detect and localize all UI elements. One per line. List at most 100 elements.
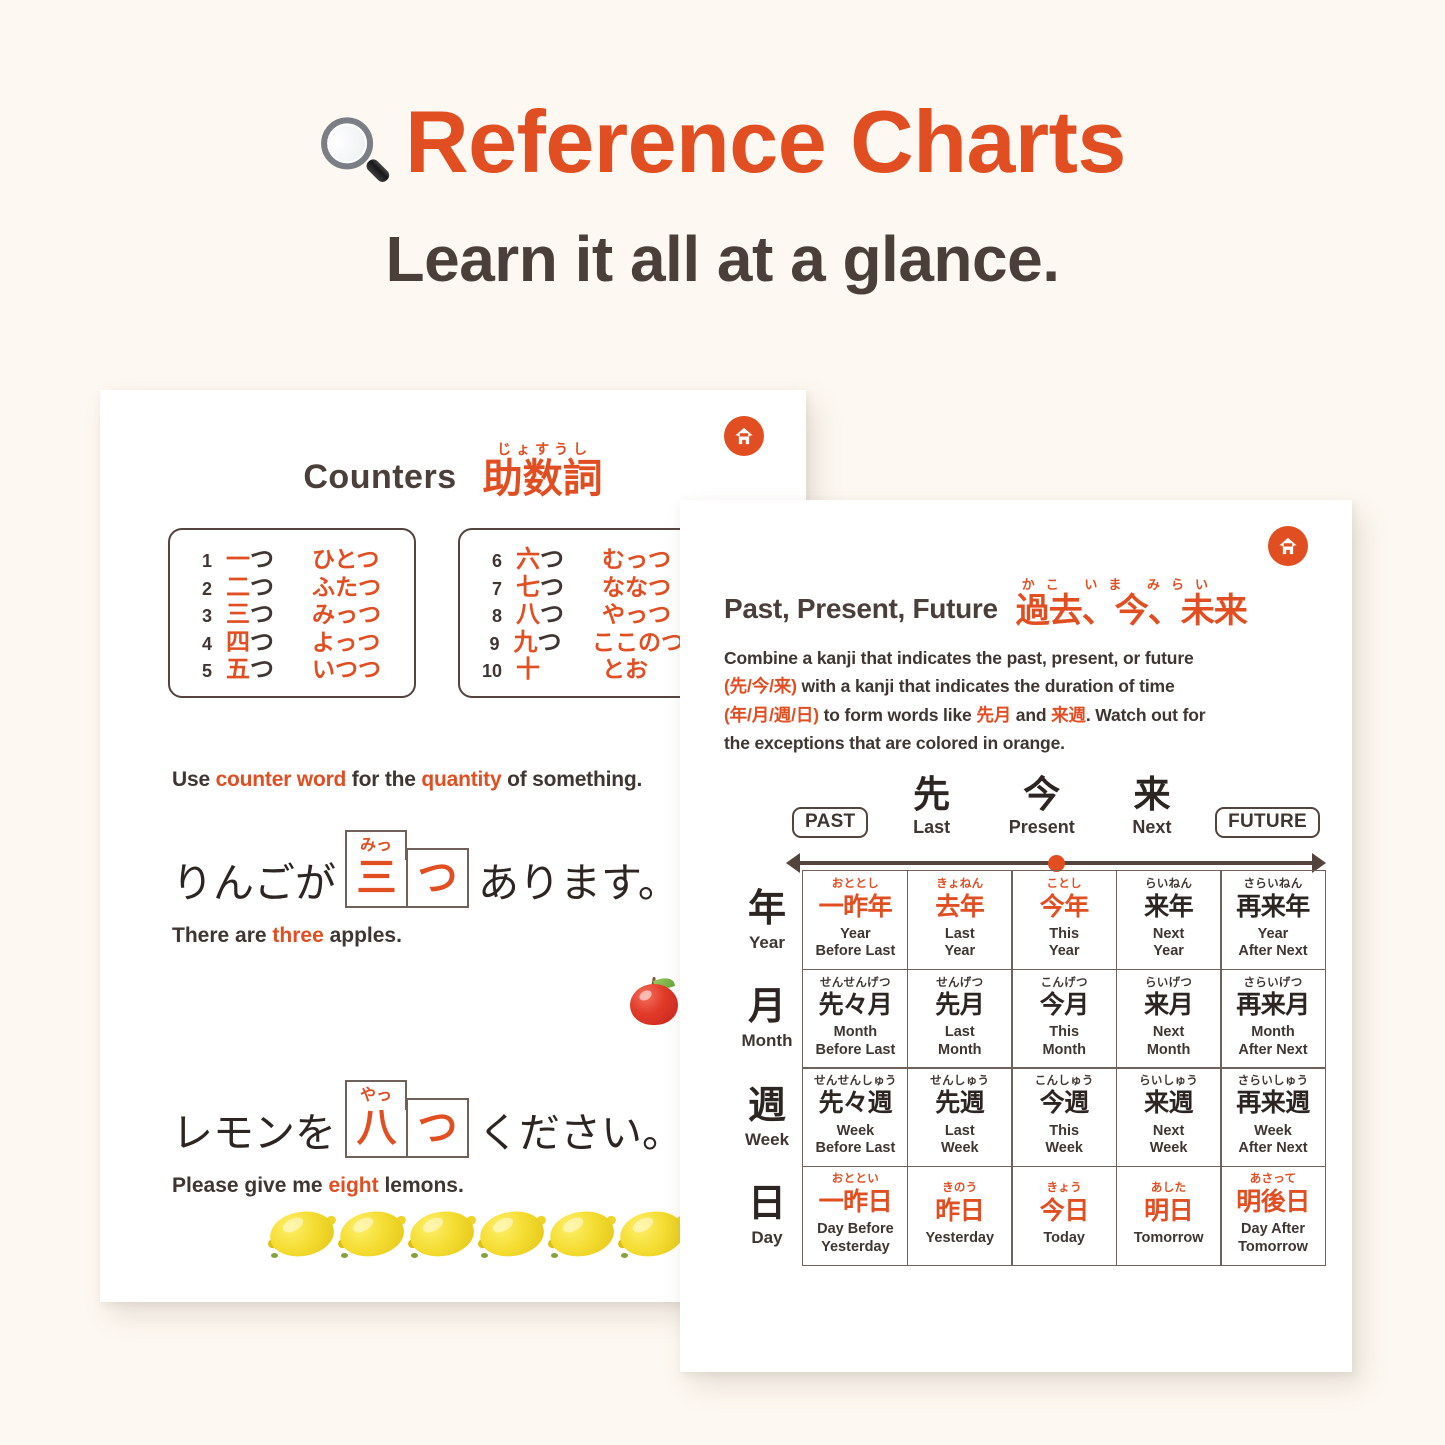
- grid-row-label: 週 Week: [738, 1069, 804, 1167]
- cell-furigana: せんしゅう: [930, 1074, 990, 1087]
- time-chart-card[interactable]: Past, Present, Future かこ いま みらい 過去、今、未来 …: [680, 500, 1352, 1372]
- cell-furigana: ことし: [1046, 878, 1082, 891]
- cell-kanji: 先週: [935, 1089, 985, 1118]
- time-word-cell: おととし 一昨年 Year Before Last: [802, 870, 909, 971]
- title-row: Reference Charts: [0, 95, 1445, 188]
- counter-kanji: 一つ: [226, 546, 274, 573]
- counter-row: 6 六つ むっつ: [474, 546, 684, 574]
- cell-furigana: さらいしゅう: [1237, 1074, 1309, 1087]
- cell-furigana: せんせんしゅう: [814, 1074, 897, 1087]
- counter-reading: ひとつ: [312, 546, 380, 572]
- counter-row: 4 四つ よっつ: [184, 629, 394, 657]
- timeline-labels: PAST 先 Last 今 Present 来 Next FUTURE: [786, 776, 1326, 838]
- time-word-cell: ことし 今年 This Year: [1011, 870, 1118, 971]
- cell-english: Yesterday: [925, 1229, 995, 1246]
- counter-row: 10 十 とお: [474, 656, 684, 684]
- cell-kanji: 一昨年: [818, 892, 893, 921]
- counter-index: 10: [481, 661, 502, 682]
- time-word-cell: らいしゅう 来週 Next Week: [1115, 1067, 1222, 1168]
- counter-reading: やっつ: [602, 601, 671, 628]
- counters-title-furigana: じょすうし: [497, 441, 593, 457]
- cell-furigana: きょう: [1046, 1182, 1082, 1195]
- lemon-icon: [476, 1207, 548, 1261]
- lemon-icon: [406, 1207, 478, 1261]
- apples-word-box: 三 つ みっ: [345, 830, 469, 908]
- counter-kanji: 二つ: [226, 573, 274, 601]
- counters-title-jp: 助数詞: [482, 457, 603, 501]
- counters-table-1-5: 1 一つ ひとつ 2 二つ ふたつ 3 三つ みっつ 4 四つ よっつ 5 五つ いつつ: [168, 528, 416, 698]
- grid-row-label: 年 Year: [738, 872, 804, 970]
- counter-kanji: 五つ: [226, 656, 274, 684]
- counter-row: 7 七つ ななつ: [474, 574, 684, 602]
- cell-furigana: おととい: [831, 1173, 879, 1186]
- counter-kanji: 七つ: [516, 573, 564, 601]
- timeline-marker-last-kanji: 先: [913, 774, 951, 815]
- time-word-cell: あした 明日 Tomorrow: [1115, 1165, 1222, 1266]
- grid-row-english: Month: [741, 1031, 793, 1051]
- lemons-jp-after: ください。: [478, 1110, 683, 1156]
- grid-row-kanji: 日: [747, 1182, 786, 1225]
- timeline-marker-next: 来 Next: [1105, 776, 1199, 838]
- example-lemons-jp: レモンを 八 つ やっ ください。: [172, 1080, 683, 1158]
- cell-kanji: 先々週: [818, 1089, 893, 1118]
- cell-kanji: 今週: [1039, 1089, 1090, 1118]
- cell-english: Week Before Last: [815, 1122, 896, 1157]
- time-word-cell: きのう 昨日 Yesterday: [906, 1165, 1013, 1266]
- counters-heading: Counters じょすうし 助数詞: [100, 442, 806, 499]
- counter-reading: みっつ: [312, 601, 381, 628]
- cell-english: Month After Next: [1238, 1024, 1308, 1058]
- cell-furigana: らいげつ: [1144, 976, 1193, 989]
- cell-english: Week After Next: [1238, 1122, 1308, 1157]
- time-heading: Past, Present, Future かこ いま みらい 過去、今、未来: [724, 577, 1248, 630]
- counter-reading: むっつ: [602, 546, 671, 572]
- time-axis: PAST 先 Last 今 Present 来 Next FUTURE: [786, 776, 1326, 878]
- future-badge: FUTURE: [1215, 807, 1320, 838]
- counter-index: 2: [201, 578, 212, 599]
- counter-row: 2 二つ ふたつ: [184, 574, 394, 602]
- counter-index: 9: [489, 633, 500, 654]
- timeline-marker-present-en: Present: [1008, 817, 1075, 837]
- counter-row: 8 八つ やっつ: [474, 601, 684, 629]
- counter-index: 6: [491, 551, 502, 571]
- counter-kanji: 十: [516, 656, 540, 684]
- home-icon[interactable]: [1268, 526, 1308, 566]
- counter-reading: ななつ: [602, 573, 671, 600]
- cell-kanji: 今年: [1039, 892, 1090, 921]
- cell-furigana: あした: [1150, 1182, 1187, 1195]
- time-word-cell: せんせんしゅう先々週 Week Before Last: [802, 1067, 909, 1168]
- timeline-marker-last: 先 Last: [885, 776, 979, 838]
- cell-english: Day Before Yesterday: [817, 1221, 894, 1255]
- time-title-en: Past, Present, Future: [724, 593, 998, 624]
- cell-furigana: おととし: [831, 878, 879, 891]
- grid-row-kanji: 週: [747, 1084, 786, 1127]
- counter-index: 3: [201, 606, 212, 627]
- cell-furigana: せんげつ: [936, 976, 984, 989]
- cell-furigana: こんしゅう: [1034, 1074, 1094, 1087]
- cell-english: This Month: [1042, 1024, 1086, 1058]
- counter-row: 9 九つ ここのつ: [474, 629, 684, 657]
- counter-reading: よっつ: [312, 628, 381, 655]
- timeline-marker-present-kanji: 今: [1023, 774, 1061, 815]
- time-description: Combine a kanji that indicates the past,…: [724, 648, 1206, 754]
- lemons-jp-before: レモンを: [172, 1110, 336, 1156]
- lemons-word-box: 八 つ やっ: [345, 1080, 469, 1158]
- cell-furigana: きのう: [942, 1182, 978, 1195]
- cell-kanji: 今月: [1039, 991, 1090, 1020]
- time-word-cell: こんげつ 今月 This Month: [1011, 968, 1118, 1069]
- lemons-suffix-cell: つ: [407, 1098, 469, 1158]
- counter-kanji: 四つ: [226, 628, 274, 656]
- time-title-furigana: かこ いま みらい: [1021, 577, 1220, 592]
- time-word-cell: さらいねん 再来年 Year After Next: [1220, 870, 1326, 971]
- time-title-jp: 過去、今、未来: [1015, 592, 1248, 630]
- time-word-cell: あさって 明後日 Day After Tomorrow: [1220, 1165, 1326, 1266]
- counter-index: 5: [201, 661, 212, 682]
- counter-index: 4: [201, 633, 212, 654]
- cell-kanji: 明日: [1144, 1196, 1194, 1225]
- grid-row-label: 日 Day: [738, 1167, 804, 1265]
- timeline-marker-next-kanji: 来: [1133, 774, 1171, 815]
- cell-kanji: 一昨日: [818, 1187, 893, 1216]
- cell-kanji: 来年: [1144, 892, 1194, 921]
- counter-index: 8: [491, 606, 502, 627]
- cell-english: Next Month: [1146, 1024, 1191, 1058]
- time-word-cell: さらいしゅう 再来週 Week After Next: [1220, 1067, 1326, 1168]
